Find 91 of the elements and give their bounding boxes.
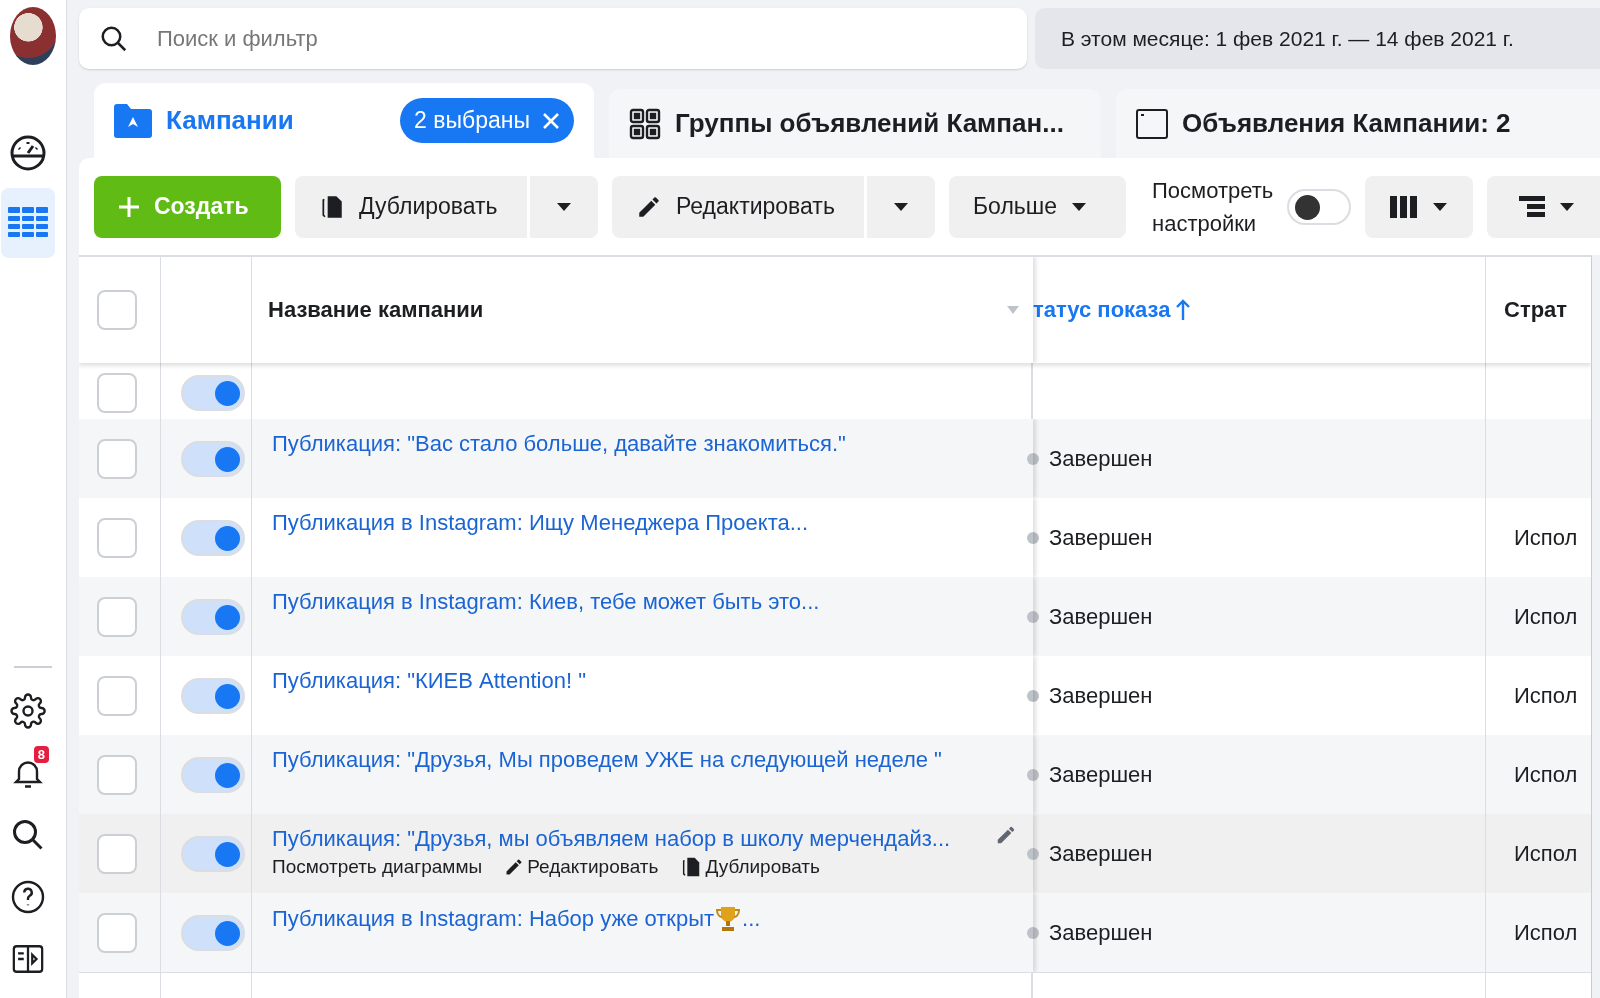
status-text: Завершен — [1049, 919, 1153, 946]
row-checkbox[interactable] — [97, 912, 137, 953]
folder-icon — [114, 103, 152, 138]
close-icon — [542, 111, 560, 130]
strategy-text: Испол — [1514, 840, 1578, 867]
tab[interactable]: Кампании 2 выбраны — [94, 83, 594, 158]
strategy-text: Испол — [1514, 761, 1578, 788]
date-range-button[interactable]: В этом месяце: 1 фев 2021 г. — 14 фев 2021 г. — [1035, 8, 1600, 69]
view-settings-label: Посмотреть настройки — [1152, 176, 1274, 238]
row-checkbox[interactable] — [97, 596, 137, 637]
campaign-link[interactable]: Публикация: "Друзья, мы объявляем набор в школу мерчендайз... — [272, 826, 951, 852]
selection-chip[interactable]: 2 выбраны — [400, 98, 574, 143]
help-icon — [10, 879, 46, 915]
row-checkbox[interactable] — [97, 517, 137, 558]
pencil-icon — [995, 824, 1017, 846]
campaign-link[interactable]: Публикация в Instagram: Ищу Менеджера Проекта... — [272, 510, 809, 536]
breakdown-button[interactable] — [1487, 175, 1600, 238]
table-icon — [8, 207, 48, 239]
row-checkbox[interactable] — [97, 754, 137, 795]
list-icon — [1519, 195, 1546, 218]
campaign-switch[interactable] — [181, 756, 245, 793]
row-checkbox[interactable] — [97, 675, 137, 716]
columns-button[interactable] — [1365, 175, 1474, 238]
row-checkbox[interactable] — [97, 438, 137, 479]
copy-icon — [319, 193, 345, 220]
status-dot — [1027, 768, 1039, 781]
avatar[interactable] — [10, 7, 56, 65]
column-header[interactable]: Страт — [1504, 297, 1568, 323]
row-checkbox[interactable] — [97, 833, 137, 874]
column-header[interactable]: татус показа — [1033, 297, 1191, 323]
row-action-link[interactable]: Дублировать — [680, 856, 820, 878]
status-text: Завершен — [1049, 840, 1153, 867]
tab-label: Группы объявлений Кампан... — [675, 108, 1065, 139]
caret-icon — [1432, 201, 1449, 212]
campaign-switch[interactable] — [181, 375, 245, 411]
strategy-text: Испол — [1514, 682, 1578, 709]
campaign-switch[interactable] — [181, 440, 245, 477]
tab[interactable]: Объявления Кампании: 2 — [1116, 89, 1600, 158]
tab-label: Кампании — [166, 105, 295, 136]
sidebar-item[interactable]: 8 — [1, 742, 55, 804]
campaign-link[interactable]: Публикация в Instagram: Набор уже открыт ... — [272, 905, 761, 933]
view-settings-switch[interactable] — [1287, 188, 1352, 225]
status-text: Завершен — [1049, 761, 1153, 788]
status-text: Завершен — [1049, 603, 1153, 630]
status-text: Завершен — [1049, 524, 1153, 551]
status-dot — [1027, 689, 1039, 702]
campaign-link[interactable]: Публикация в Instagram: Киев, тебе может быть это... — [272, 589, 820, 615]
status-dot — [1027, 531, 1039, 544]
campaign-switch[interactable] — [181, 914, 245, 951]
caret-icon — [556, 201, 572, 212]
notification-badge: 8 — [33, 746, 49, 763]
status-dot — [1027, 452, 1039, 465]
more-button[interactable]: Больше — [949, 175, 1126, 238]
grid-icon — [629, 107, 661, 140]
window-icon — [1136, 108, 1168, 139]
search-field[interactable]: Поиск и фильтр — [79, 8, 1027, 69]
status-dot — [1027, 847, 1039, 860]
settings-icon — [10, 693, 46, 729]
gauge-icon — [9, 134, 47, 172]
caret-icon — [1007, 306, 1019, 314]
caret-icon — [1071, 201, 1088, 212]
caret-icon — [1559, 201, 1576, 212]
sort-arrow-icon — [1174, 299, 1191, 321]
edit-button[interactable]: Редактировать — [612, 175, 864, 238]
select-all-checkbox[interactable] — [97, 290, 137, 330]
column-header[interactable]: Название кампании — [268, 297, 484, 323]
strategy-text: Испол — [1514, 524, 1578, 551]
campaign-switch[interactable] — [181, 598, 245, 635]
campaign-link[interactable]: Публикация: "Вас стало больше, давайте знакомиться." — [272, 431, 846, 457]
status-text: Завершен — [1049, 682, 1153, 709]
duplicate-button[interactable]: Дублировать — [295, 175, 527, 238]
status-text: Завершен — [1049, 445, 1153, 472]
strategy-text: Испол — [1514, 603, 1578, 630]
status-dot — [1027, 610, 1039, 623]
campaign-switch[interactable] — [181, 677, 245, 714]
caret-icon — [893, 201, 909, 212]
campaign-switch[interactable] — [181, 519, 245, 556]
campaign-link[interactable]: Публикация: "КИЕВ Attention! " — [272, 668, 586, 694]
columns-icon — [1390, 195, 1419, 218]
row-checkbox[interactable] — [97, 373, 137, 413]
campaign-switch[interactable] — [181, 835, 245, 872]
plus-icon — [118, 195, 140, 218]
campaign-link[interactable]: Публикация: "Друзья, Мы проведем УЖЕ на следующей неделе " — [272, 747, 942, 773]
side-panel-icon — [11, 942, 45, 976]
tab-label: Объявления Кампании: 2 — [1182, 108, 1512, 139]
row-action-link[interactable]: Посмотреть диаграммы — [272, 856, 483, 878]
search-icon — [99, 24, 129, 54]
strategy-text: Испол — [1514, 919, 1578, 946]
status-dot — [1027, 926, 1039, 939]
row-action-link[interactable]: Редактировать — [504, 856, 659, 878]
tab[interactable]: Группы объявлений Кампан... — [609, 89, 1101, 158]
